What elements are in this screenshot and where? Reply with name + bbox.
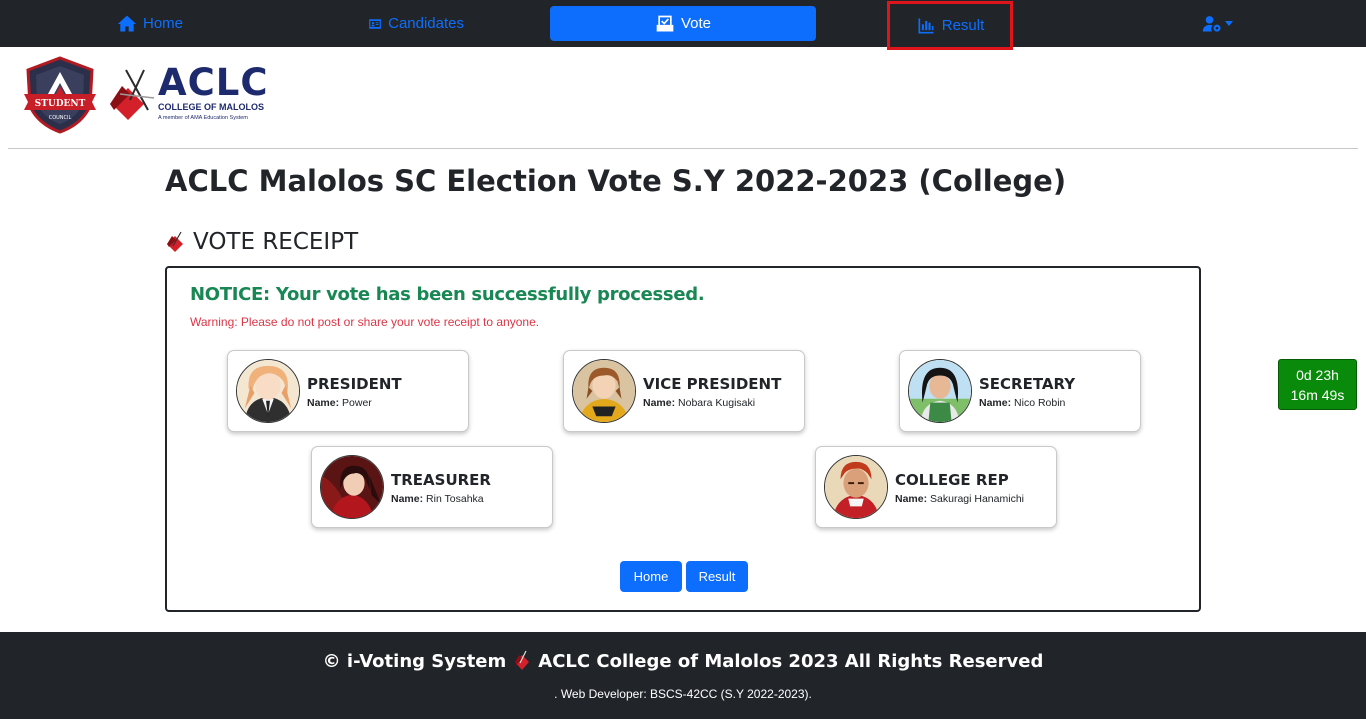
candidate-card-college-rep: COLLEGE REP Name: Sakuragi Hanamichi	[815, 446, 1057, 528]
candidate-position: TREASURER	[391, 471, 491, 489]
candidate-avatar	[824, 455, 888, 519]
candidate-avatar	[572, 359, 636, 423]
candidate-avatar	[236, 359, 300, 423]
candidate-name: Name: Rin Tosahka	[391, 493, 484, 505]
candidate-name: Name: Nico Robin	[979, 397, 1066, 409]
candidate-card-vice-president: VICE PRESIDENT Name: Nobara Kugisaki	[563, 350, 805, 432]
candidate-position: SECRETARY	[979, 375, 1076, 393]
candidate-name: Name: Nobara Kugisaki	[643, 397, 756, 409]
nav-home-link[interactable]: Home	[115, 0, 185, 47]
aclc-emblem-icon	[110, 69, 155, 120]
header-divider	[8, 148, 1358, 149]
ballot-box-icon	[656, 15, 674, 31]
nav-vote-link[interactable]: Vote	[550, 6, 816, 41]
nav-home-label: Home	[142, 15, 183, 32]
candidate-card-president: PRESIDENT Name: Power	[227, 350, 469, 432]
svg-text:STUDENT: STUDENT	[35, 99, 86, 109]
nav-result-label: Result	[941, 17, 985, 34]
aclc-wordmark: ACLC	[158, 61, 269, 104]
receipt-heading-label: VOTE RECEIPT	[193, 229, 359, 255]
home-icon	[117, 15, 137, 31]
bar-chart-icon	[918, 18, 934, 33]
nav-result-link[interactable]: Result	[887, 1, 1013, 50]
footer-copyright: © i-Voting System ACLC College of Malolo…	[0, 650, 1366, 672]
footer-developer: . Web Developer: BSCS-42CC (S.Y 2022-202…	[554, 687, 812, 701]
success-notice: NOTICE: Your vote has been successfully …	[190, 284, 705, 305]
footer-copyright-suffix: ACLC College of Malolos 2023 All Rights …	[538, 650, 1044, 672]
aclc-tagline: A member of AMA Education System	[158, 115, 248, 121]
nav-candidates-link[interactable]: Candidates	[368, 0, 464, 47]
timer-days-hours: 0d 23h	[1296, 367, 1339, 383]
footer-copyright-prefix: © i-Voting System	[322, 650, 507, 672]
aclc-logo: ACLC COLLEGE OF MALOLOS A member of AMA …	[108, 62, 278, 126]
nav-candidates-label: Candidates	[388, 15, 464, 32]
footer: © i-Voting System ACLC College of Malolo…	[0, 632, 1366, 719]
candidate-name: Name: Power	[307, 397, 372, 409]
logo-area: STUDENT COUNCIL ACLC COLLEGE OF MALOLOS …	[22, 56, 282, 136]
candidate-avatar	[320, 455, 384, 519]
top-navbar: Home Candidates Vote Result	[0, 0, 1366, 50]
candidate-position: PRESIDENT	[307, 375, 402, 393]
candidate-card-secretary: SECRETARY Name: Nico Robin	[899, 350, 1141, 432]
id-card-icon	[369, 18, 381, 29]
page-title: ACLC Malolos SC Election Vote S.Y 2022-2…	[165, 164, 1067, 198]
receipt-heading: VOTE RECEIPT	[165, 229, 358, 255]
timer-minutes-seconds: 16m 49s	[1290, 387, 1345, 403]
aclc-subtitle: COLLEGE OF MALOLOS	[158, 102, 264, 112]
candidate-name: Name: Sakuragi Hanamichi	[895, 493, 1024, 505]
candidate-position: VICE PRESIDENT	[643, 375, 782, 393]
svg-text:COUNCIL: COUNCIL	[49, 115, 72, 121]
result-button[interactable]: Result	[686, 561, 748, 592]
candidate-card-treasurer: TREASURER Name: Rin Tosahka	[311, 446, 553, 528]
aclc-diamond-icon	[515, 650, 530, 670]
user-gear-icon	[1202, 15, 1220, 32]
user-menu-dropdown[interactable]	[1195, 0, 1239, 47]
candidate-avatar	[908, 359, 972, 423]
candidate-position: COLLEGE REP	[895, 471, 1009, 489]
home-button[interactable]: Home	[620, 561, 682, 592]
aclc-diamond-icon	[167, 231, 183, 252]
privacy-warning: Warning: Please do not post or share you…	[190, 315, 540, 329]
countdown-timer: 0d 23h 16m 49s	[1278, 359, 1357, 410]
chevron-down-icon	[1224, 21, 1233, 26]
nav-vote-label: Vote	[680, 15, 712, 32]
vote-receipt-panel: NOTICE: Your vote has been successfully …	[165, 266, 1201, 612]
student-council-logo: STUDENT COUNCIL	[24, 56, 96, 134]
